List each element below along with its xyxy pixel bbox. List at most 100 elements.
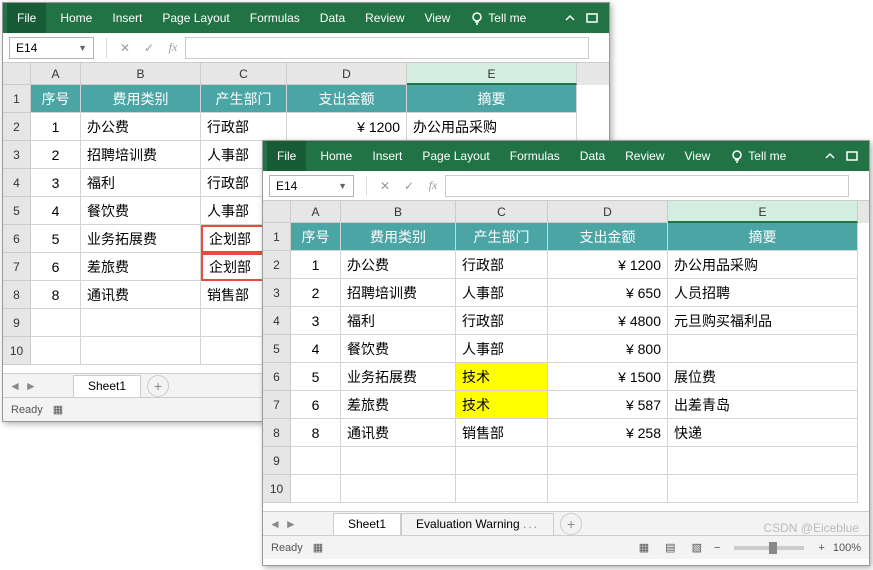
- row-header[interactable]: 6: [3, 225, 31, 253]
- row-header[interactable]: 2: [263, 251, 291, 279]
- cell[interactable]: 招聘培训费: [81, 141, 201, 169]
- cell[interactable]: 业务拓展费: [341, 363, 456, 391]
- enter-icon[interactable]: ✓: [397, 179, 421, 193]
- cell[interactable]: ¥ 1500: [548, 363, 668, 391]
- zoom-slider[interactable]: [734, 546, 804, 550]
- ribbon-tab-review[interactable]: Review: [355, 3, 414, 33]
- col-header[interactable]: C: [201, 63, 287, 85]
- ribbon-tab-insert[interactable]: Insert: [362, 141, 412, 171]
- cell[interactable]: [668, 335, 858, 363]
- select-all[interactable]: [263, 201, 291, 223]
- row-header[interactable]: 5: [3, 197, 31, 225]
- cell[interactable]: 差旅费: [341, 391, 456, 419]
- sheet-tab-warning[interactable]: Evaluation Warning ...: [401, 513, 554, 535]
- zoom-in-button[interactable]: +: [818, 542, 824, 554]
- file-tab[interactable]: File: [267, 141, 306, 171]
- col-header[interactable]: D: [548, 201, 668, 223]
- cell[interactable]: 摘要: [668, 223, 858, 251]
- row-header[interactable]: 9: [3, 309, 31, 337]
- ribbon-tab-data[interactable]: Data: [310, 3, 355, 33]
- col-header[interactable]: E: [407, 63, 577, 85]
- macro-icon[interactable]: ▦: [313, 541, 323, 554]
- ribbon-tab-pagelayout[interactable]: Page Layout: [152, 3, 239, 33]
- enter-icon[interactable]: ✓: [137, 41, 161, 55]
- col-header[interactable]: B: [341, 201, 456, 223]
- col-header[interactable]: A: [31, 63, 81, 85]
- cell[interactable]: 费用类别: [81, 85, 201, 113]
- view-break-icon[interactable]: ▧: [688, 539, 706, 556]
- cell[interactable]: 福利: [81, 169, 201, 197]
- select-all[interactable]: [3, 63, 31, 85]
- col-header[interactable]: C: [456, 201, 548, 223]
- row-header[interactable]: 3: [263, 279, 291, 307]
- ribbon-tab-formulas[interactable]: Formulas: [500, 141, 570, 171]
- cell[interactable]: 通讯费: [81, 281, 201, 309]
- ribbon-tab-view[interactable]: View: [415, 3, 461, 33]
- cell[interactable]: ¥ 1200: [287, 113, 407, 141]
- cell[interactable]: ¥ 650: [548, 279, 668, 307]
- name-box[interactable]: E14▼: [9, 37, 94, 59]
- cell[interactable]: 办公费: [341, 251, 456, 279]
- col-header[interactable]: A: [291, 201, 341, 223]
- cell[interactable]: [456, 447, 548, 475]
- cell[interactable]: 5: [291, 363, 341, 391]
- cell[interactable]: 8: [291, 419, 341, 447]
- cell[interactable]: [291, 447, 341, 475]
- cell[interactable]: 技术: [456, 391, 548, 419]
- row-header[interactable]: 4: [3, 169, 31, 197]
- row-header[interactable]: 6: [263, 363, 291, 391]
- cell[interactable]: 展位费: [668, 363, 858, 391]
- ribbon-tab-home[interactable]: Home: [50, 3, 102, 33]
- formula-input[interactable]: [185, 37, 589, 59]
- tab-nav[interactable]: ◄►: [263, 517, 333, 531]
- ribbon-tab-pagelayout[interactable]: Page Layout: [412, 141, 499, 171]
- row-header[interactable]: 7: [3, 253, 31, 281]
- cell[interactable]: [291, 475, 341, 503]
- cell[interactable]: 2: [291, 279, 341, 307]
- cell[interactable]: 行政部: [456, 251, 548, 279]
- row-header[interactable]: 1: [3, 85, 31, 113]
- cell[interactable]: 3: [291, 307, 341, 335]
- cell[interactable]: 序号: [31, 85, 81, 113]
- macro-icon[interactable]: ▦: [53, 403, 63, 416]
- cell[interactable]: 费用类别: [341, 223, 456, 251]
- cell[interactable]: 5: [31, 225, 81, 253]
- cell[interactable]: 技术: [456, 363, 548, 391]
- row-header[interactable]: 1: [263, 223, 291, 251]
- cell[interactable]: ¥ 4800: [548, 307, 668, 335]
- collapse-ribbon-icon[interactable]: [823, 149, 837, 163]
- cancel-icon[interactable]: ✕: [373, 179, 397, 193]
- row-header[interactable]: 10: [3, 337, 31, 365]
- cell[interactable]: 3: [31, 169, 81, 197]
- ribbon-tab-data[interactable]: Data: [570, 141, 615, 171]
- cell[interactable]: 通讯费: [341, 419, 456, 447]
- cell[interactable]: [668, 475, 858, 503]
- cell[interactable]: 快递: [668, 419, 858, 447]
- cell[interactable]: [31, 309, 81, 337]
- row-header[interactable]: 2: [3, 113, 31, 141]
- cell[interactable]: [548, 475, 668, 503]
- fx-icon[interactable]: fx: [161, 40, 185, 55]
- col-header[interactable]: B: [81, 63, 201, 85]
- formula-input[interactable]: [445, 175, 849, 197]
- zoom-out-button[interactable]: −: [714, 542, 720, 554]
- window-control-icon[interactable]: [845, 149, 859, 163]
- ribbon-tab-insert[interactable]: Insert: [102, 3, 152, 33]
- cell[interactable]: 餐饮费: [341, 335, 456, 363]
- window-control-icon[interactable]: [585, 11, 599, 25]
- view-layout-icon[interactable]: ▤: [661, 539, 679, 556]
- file-tab[interactable]: File: [7, 3, 46, 33]
- cell[interactable]: 人员招聘: [668, 279, 858, 307]
- cell[interactable]: [456, 475, 548, 503]
- ribbon-tab-view[interactable]: View: [675, 141, 721, 171]
- cell[interactable]: 招聘培训费: [341, 279, 456, 307]
- fx-icon[interactable]: fx: [421, 178, 445, 193]
- col-header[interactable]: E: [668, 201, 858, 223]
- row-header[interactable]: 7: [263, 391, 291, 419]
- cell[interactable]: 人事部: [456, 335, 548, 363]
- row-header[interactable]: 5: [263, 335, 291, 363]
- cell[interactable]: 摘要: [407, 85, 577, 113]
- cell[interactable]: 行政部: [456, 307, 548, 335]
- cell[interactable]: 餐饮费: [81, 197, 201, 225]
- cell[interactable]: 1: [31, 113, 81, 141]
